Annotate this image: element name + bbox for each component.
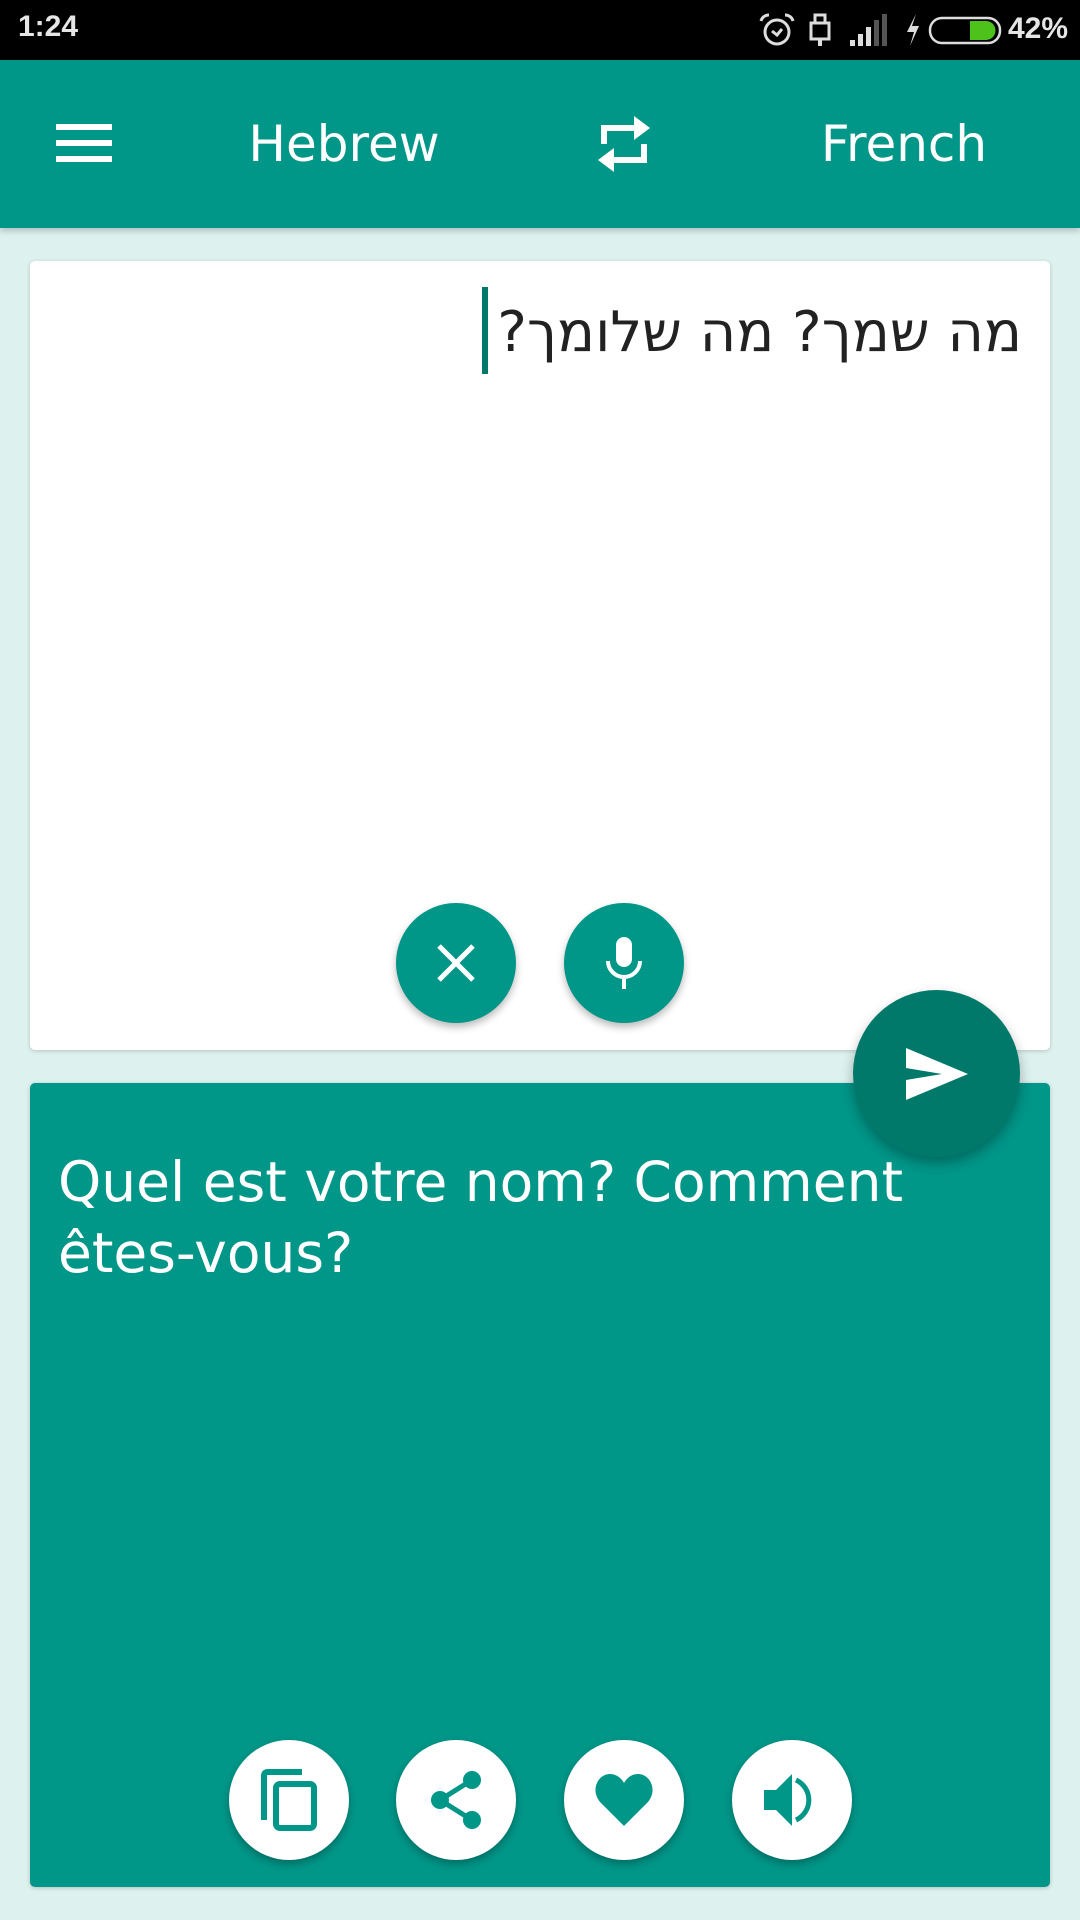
source-language-button[interactable]: Hebrew [194, 110, 494, 178]
copy-icon [261, 1769, 317, 1831]
toolbar: Hebrew French [0, 60, 1080, 228]
signal-icon [850, 14, 887, 46]
send-icon [905, 1047, 968, 1100]
alarm-icon [759, 13, 795, 46]
status-bar: 1:24 42% [0, 0, 1080, 60]
battery-percent: 42% [1008, 12, 1069, 45]
output-card: Quel est votre nom? Comment êtes-vous? [30, 1083, 1050, 1887]
speaker-icon [764, 1774, 812, 1826]
translate-button[interactable] [853, 990, 1020, 1157]
usb-icon [809, 13, 831, 46]
copy-button[interactable] [229, 1740, 349, 1860]
status-time: 1:24 [18, 10, 79, 43]
share-icon [431, 1771, 481, 1829]
battery-icon [928, 16, 1002, 45]
charging-icon [907, 14, 919, 46]
menu-button[interactable] [40, 104, 128, 184]
swap-languages-icon [598, 116, 650, 172]
share-button[interactable] [396, 1740, 516, 1860]
translated-text: Quel est votre nom? Comment êtes-vous? [58, 1150, 904, 1285]
speak-button[interactable] [732, 1740, 852, 1860]
text-cursor [482, 287, 488, 374]
close-icon [437, 944, 475, 982]
input-card: מה שמך? מה שלומך? [30, 261, 1050, 1050]
target-language-button[interactable]: French [754, 110, 1054, 178]
source-text-input[interactable]: מה שמך? מה שלומך? [70, 283, 1022, 683]
microphone-icon [606, 937, 642, 989]
clear-button[interactable] [396, 903, 516, 1023]
favorite-heart-icon [595, 1774, 653, 1826]
microphone-button[interactable] [564, 903, 684, 1023]
swap-languages-button[interactable] [584, 104, 664, 184]
favorite-button[interactable] [564, 1740, 684, 1860]
